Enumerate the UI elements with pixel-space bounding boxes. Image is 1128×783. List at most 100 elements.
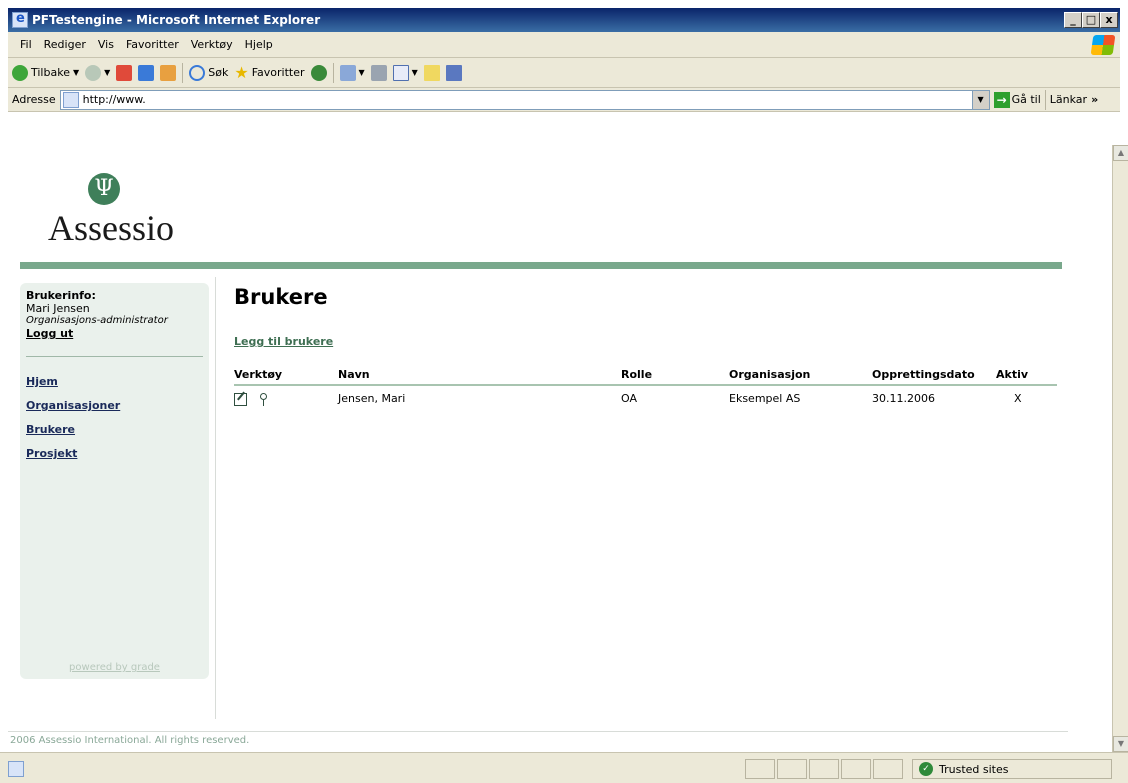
go-button[interactable]: → Gå til	[993, 91, 1041, 108]
logo-text: Assessio	[48, 208, 175, 248]
userinfo-heading: Brukerinfo:	[26, 289, 96, 302]
chevron-down-icon: ▼	[104, 68, 111, 77]
toolbar-separator	[1044, 89, 1046, 110]
status-cell	[745, 759, 775, 779]
page-viewport: Ψ Assessio Brukerinfo: Mari Jensen Organ…	[8, 145, 1112, 752]
scroll-up-icon[interactable]: ▲	[1113, 145, 1128, 161]
col-name: Navn	[338, 368, 621, 386]
chevron-down-icon: ▼	[72, 68, 80, 77]
user-role: Organisasjons-administrator	[26, 315, 168, 326]
search-label: Søk	[208, 66, 229, 79]
status-cell	[873, 759, 903, 779]
status-cell	[841, 759, 871, 779]
sidebar-divider	[26, 356, 203, 357]
sidebar-nav: Hjem Organisasjoner Brukere Prosjekt	[26, 375, 203, 460]
sidebar: Brukerinfo: Mari Jensen Organisasjons-ad…	[20, 283, 209, 679]
window-title: PFTestengine - Microsoft Internet Explor…	[32, 13, 321, 27]
vertical-scrollbar[interactable]: ▲ ▼	[1112, 145, 1128, 752]
maximize-button[interactable]: □	[1082, 12, 1100, 28]
toolbar-separator	[332, 62, 334, 83]
menu-bar: Fil Rediger Vis Favoritter Verktøy Hjelp	[8, 32, 1120, 58]
logout-link[interactable]: Logg ut	[26, 327, 203, 340]
history-icon[interactable]	[310, 64, 327, 81]
messenger-icon[interactable]	[445, 64, 462, 81]
home-icon[interactable]	[160, 64, 177, 81]
powered-by-link[interactable]: powered by grade	[20, 662, 209, 673]
column-divider	[215, 277, 216, 719]
address-url: http://www.	[82, 93, 146, 106]
mail-icon	[339, 64, 356, 81]
main-content: Brukere Legg til brukere Verktøy Navn Ro…	[234, 283, 1064, 406]
edit-icon[interactable]	[234, 392, 247, 406]
address-bar: Adresse http://www. ▼ → Gå til Länkar »	[8, 88, 1120, 112]
back-label: Tilbake	[31, 66, 70, 79]
note-icon[interactable]	[423, 64, 440, 81]
mail-button[interactable]: ▼	[339, 64, 365, 81]
favorites-button[interactable]: ★ Favoritter	[234, 63, 304, 82]
user-name: Mari Jensen	[26, 302, 90, 315]
row-tools	[234, 385, 338, 406]
chevron-down-icon: ▼	[411, 68, 418, 77]
cell-created: 30.11.2006	[872, 392, 935, 406]
back-button[interactable]: Tilbake ▼	[12, 64, 80, 81]
col-created: Opprettingsdato	[872, 368, 996, 386]
zone-label: Trusted sites	[939, 762, 1009, 776]
nav-users[interactable]: Brukere	[26, 423, 203, 436]
star-icon: ★	[234, 63, 249, 82]
nav-projects[interactable]: Prosjekt	[26, 447, 203, 460]
security-zone[interactable]: ✓ Trusted sites	[912, 759, 1112, 779]
menu-edit[interactable]: Rediger	[38, 38, 92, 51]
address-dropdown-icon[interactable]: ▼	[971, 90, 989, 109]
cell-name: Jensen, Mari	[338, 392, 406, 406]
scroll-down-icon[interactable]: ▼	[1113, 736, 1128, 752]
ie-icon	[12, 11, 28, 28]
close-button[interactable]: x	[1100, 12, 1118, 28]
stop-icon[interactable]	[116, 64, 133, 81]
browser-chrome: Fil Rediger Vis Favoritter Verktøy Hjelp…	[8, 32, 1120, 112]
address-label: Adresse	[12, 93, 56, 106]
col-active: Aktiv	[996, 368, 1057, 386]
menu-file[interactable]: Fil	[14, 38, 38, 51]
page-icon	[62, 91, 79, 108]
forward-button[interactable]: ▼	[85, 64, 111, 81]
print-icon[interactable]	[370, 64, 387, 81]
page-status-icon	[8, 761, 24, 777]
search-button[interactable]: Søk	[189, 64, 229, 81]
footer-copyright: 2006 Assessio International. All rights …	[10, 735, 250, 746]
go-label: Gå til	[1011, 93, 1041, 106]
menu-favorites[interactable]: Favoritter	[120, 38, 185, 51]
window-titlebar: PFTestengine - Microsoft Internet Explor…	[8, 8, 1120, 32]
minimize-button[interactable]: _	[1064, 12, 1082, 28]
table-header-row: Verktøy Navn Rolle Organisasjon Oppretti…	[234, 368, 1057, 386]
menu-help[interactable]: Hjelp	[239, 38, 279, 51]
key-icon[interactable]	[259, 392, 268, 406]
users-table: Verktøy Navn Rolle Organisasjon Oppretti…	[234, 368, 1057, 406]
nav-organizations[interactable]: Organisasjoner	[26, 399, 203, 412]
go-arrow-icon: →	[993, 91, 1010, 108]
assessio-logo: Ψ Assessio	[48, 173, 218, 249]
status-bar: ✓ Trusted sites	[0, 752, 1128, 783]
forward-arrow-icon	[85, 64, 102, 81]
psi-icon: Ψ	[88, 173, 120, 205]
links-button[interactable]: Länkar	[1050, 93, 1087, 106]
menu-view[interactable]: Vis	[92, 38, 120, 51]
toolbar-separator	[182, 62, 184, 83]
back-arrow-icon	[12, 64, 28, 81]
refresh-icon[interactable]	[138, 64, 155, 81]
menu-tools[interactable]: Verktøy	[185, 38, 239, 51]
col-role: Rolle	[621, 368, 729, 386]
chevron-more-icon[interactable]: »	[1091, 93, 1098, 106]
cell-role: OA	[621, 392, 637, 406]
windows-logo-icon	[1090, 35, 1116, 55]
cell-organization: Eksempel AS	[729, 392, 801, 406]
col-tools: Verktøy	[234, 368, 338, 386]
edit-button[interactable]: ▼	[392, 64, 418, 81]
header-divider	[20, 262, 1062, 269]
add-user-link[interactable]: Legg til brukere	[234, 335, 333, 348]
nav-home[interactable]: Hjem	[26, 375, 203, 388]
col-organization: Organisasjon	[729, 368, 872, 386]
chevron-down-icon: ▼	[358, 68, 365, 77]
address-input[interactable]: http://www. ▼	[59, 89, 990, 110]
status-cell	[777, 759, 807, 779]
status-cell	[809, 759, 839, 779]
